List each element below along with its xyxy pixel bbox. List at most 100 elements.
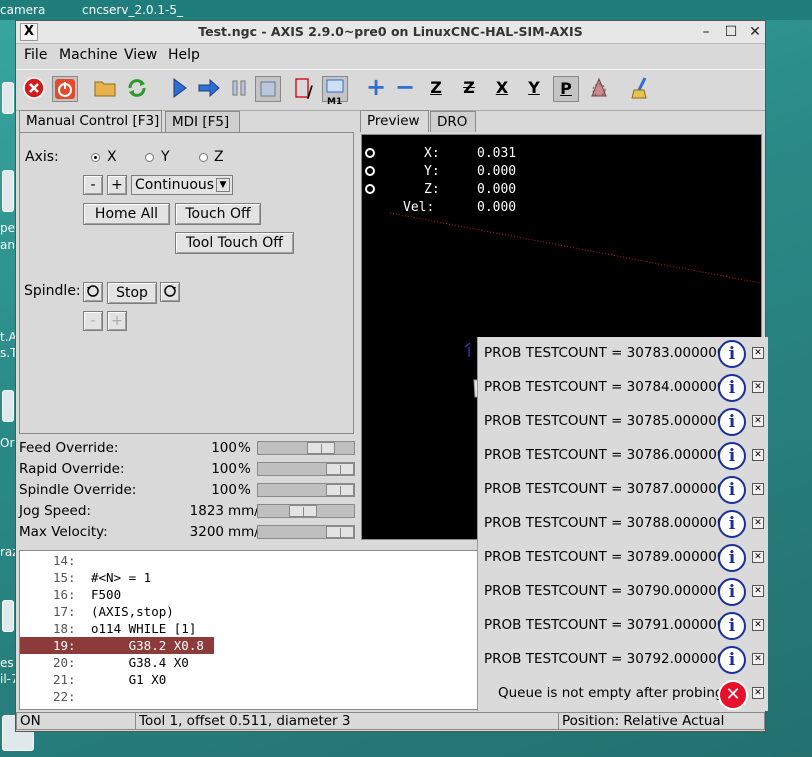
maximize-button[interactable]: ☐ xyxy=(722,23,740,41)
menu-machine[interactable]: Machine xyxy=(59,47,118,63)
code-line[interactable]: 20: G38.4 X0 xyxy=(20,654,214,671)
menu-help[interactable]: Help xyxy=(168,47,200,63)
code-line[interactable]: 22: xyxy=(20,688,214,705)
pause-icon[interactable] xyxy=(226,76,252,102)
zoom-in-icon[interactable]: + xyxy=(363,75,389,102)
axis-x-label[interactable]: X xyxy=(107,149,117,165)
chevron-down-icon: ▼ xyxy=(216,178,230,192)
home-all-button[interactable]: Home All xyxy=(83,203,170,225)
power-icon[interactable] xyxy=(52,76,78,102)
desktop-label-cncserv[interactable]: cncserv_2.0.1-5_ xyxy=(82,3,183,17)
slider-thumb[interactable] xyxy=(326,526,354,538)
code-line[interactable]: 15: #<N> = 1 xyxy=(20,569,214,586)
step-icon[interactable] xyxy=(196,76,222,102)
close-icon[interactable]: ✕ xyxy=(752,585,764,597)
spindle-cw-button[interactable] xyxy=(160,282,180,302)
tab-preview[interactable]: Preview xyxy=(360,110,429,132)
jog-mode-select[interactable]: Continuous ▼ xyxy=(131,175,233,195)
tab-manual-control[interactable]: Manual Control [F3] xyxy=(19,110,162,132)
override-slider[interactable] xyxy=(257,525,355,539)
code-line[interactable]: 18: o114 WHILE [1] xyxy=(20,620,214,637)
spindle-slower-button[interactable]: - xyxy=(83,311,103,331)
window-titlebar[interactable]: X Test.ngc - AXIS 2.9.0~pre0 on LinuxCNC… xyxy=(16,21,765,44)
jog-plus-button[interactable]: + xyxy=(107,175,127,195)
spindle-faster-button[interactable]: + xyxy=(107,311,127,331)
tool-touch-off-button[interactable]: Tool Touch Off xyxy=(175,232,294,254)
reload-icon[interactable] xyxy=(124,76,150,102)
override-label: Max Velocity: xyxy=(19,524,108,540)
current-line[interactable]: 19: G38.2 X0.8 xyxy=(20,637,214,654)
rotate-view-icon[interactable] xyxy=(586,76,612,102)
axis-z-radio[interactable] xyxy=(199,153,208,162)
view-z-icon[interactable]: Z xyxy=(423,76,449,102)
estop-icon[interactable] xyxy=(21,76,47,102)
desktop-tile[interactable] xyxy=(2,390,14,422)
desktop-label-camera[interactable]: camera xyxy=(0,3,45,17)
minimize-button[interactable]: – xyxy=(697,23,715,41)
info-icon: i xyxy=(718,544,746,572)
touch-off-button[interactable]: Touch Off xyxy=(175,203,261,225)
slider-thumb[interactable] xyxy=(307,442,335,454)
desktop-tile[interactable] xyxy=(2,600,14,632)
line-number: 16: xyxy=(53,587,76,602)
spindle-ccw-button[interactable] xyxy=(83,282,103,302)
notification: PROB TESTCOUNT = 30790.000000 i ✕ xyxy=(478,575,768,609)
override-row: Max Velocity:3200mm/min xyxy=(19,522,355,543)
menu-view[interactable]: View xyxy=(124,47,157,63)
slider-thumb[interactable] xyxy=(289,505,317,517)
axis-x-radio[interactable] xyxy=(91,153,100,162)
view-y-icon[interactable]: Y xyxy=(521,76,547,102)
view-z2-icon[interactable]: Z xyxy=(456,76,482,102)
slider-thumb[interactable] xyxy=(326,463,354,475)
desktop-side-label: es xyxy=(0,656,14,670)
override-slider[interactable] xyxy=(257,483,355,497)
block-delete-icon[interactable] xyxy=(293,76,319,102)
close-icon[interactable]: ✕ xyxy=(752,619,764,631)
desktop-tile[interactable] xyxy=(2,170,14,212)
axis-z-label[interactable]: Z xyxy=(214,149,224,165)
override-slider[interactable] xyxy=(257,462,355,476)
close-icon[interactable]: ✕ xyxy=(752,653,764,665)
tab-dro[interactable]: DRO xyxy=(430,111,476,132)
desktop-tile[interactable] xyxy=(2,82,14,114)
close-icon[interactable]: ✕ xyxy=(752,551,764,563)
notification: PROB TESTCOUNT = 30792.000000 i ✕ xyxy=(478,643,768,677)
clear-plot-icon[interactable] xyxy=(628,76,654,102)
override-slider[interactable] xyxy=(257,504,355,518)
close-icon[interactable]: ✕ xyxy=(752,381,764,393)
close-icon[interactable]: ✕ xyxy=(752,483,764,495)
override-slider[interactable] xyxy=(257,441,355,455)
notification: PROB TESTCOUNT = 30787.000000 i ✕ xyxy=(478,473,768,507)
status-tool: Tool 1, offset 0.511, diameter 3 xyxy=(135,712,559,730)
zoom-out-icon[interactable]: − xyxy=(392,75,418,102)
block-delete-label: / xyxy=(307,82,313,101)
spindle-stop-button[interactable]: Stop xyxy=(107,282,157,304)
code-line[interactable]: 17: (AXIS,stop) xyxy=(20,603,214,620)
line-text: #<N> = 1 xyxy=(91,570,152,585)
slider-thumb[interactable] xyxy=(326,484,354,496)
stop-icon[interactable] xyxy=(255,76,281,102)
close-icon[interactable]: ✕ xyxy=(752,687,764,699)
menu-file[interactable]: File xyxy=(24,47,47,63)
run-icon[interactable] xyxy=(166,76,192,102)
axis-y-radio[interactable] xyxy=(145,153,154,162)
line-number: 19: xyxy=(53,638,76,653)
jog-minus-button[interactable]: - xyxy=(83,175,103,195)
code-line[interactable]: 14: xyxy=(20,552,214,569)
close-icon[interactable]: ✕ xyxy=(752,415,764,427)
override-unit: % xyxy=(238,482,251,498)
view-p-icon[interactable]: P xyxy=(553,76,579,102)
line-number: 14: xyxy=(53,553,76,568)
close-icon[interactable]: ✕ xyxy=(752,449,764,461)
close-icon[interactable]: ✕ xyxy=(752,347,764,359)
code-line[interactable]: 16: F500 xyxy=(20,586,214,603)
view-x-icon[interactable]: X xyxy=(489,76,515,102)
axis-y-label[interactable]: Y xyxy=(161,149,170,165)
notification-text: PROB TESTCOUNT = 30784.000000 xyxy=(484,379,726,395)
tab-mdi[interactable]: MDI [F5] xyxy=(165,111,240,132)
line-number: 18: xyxy=(53,621,76,636)
code-line[interactable]: 21: G1 X0 xyxy=(20,671,214,688)
close-icon[interactable]: ✕ xyxy=(752,517,764,529)
close-button[interactable]: ✕ xyxy=(746,23,764,41)
open-file-icon[interactable] xyxy=(92,76,118,102)
